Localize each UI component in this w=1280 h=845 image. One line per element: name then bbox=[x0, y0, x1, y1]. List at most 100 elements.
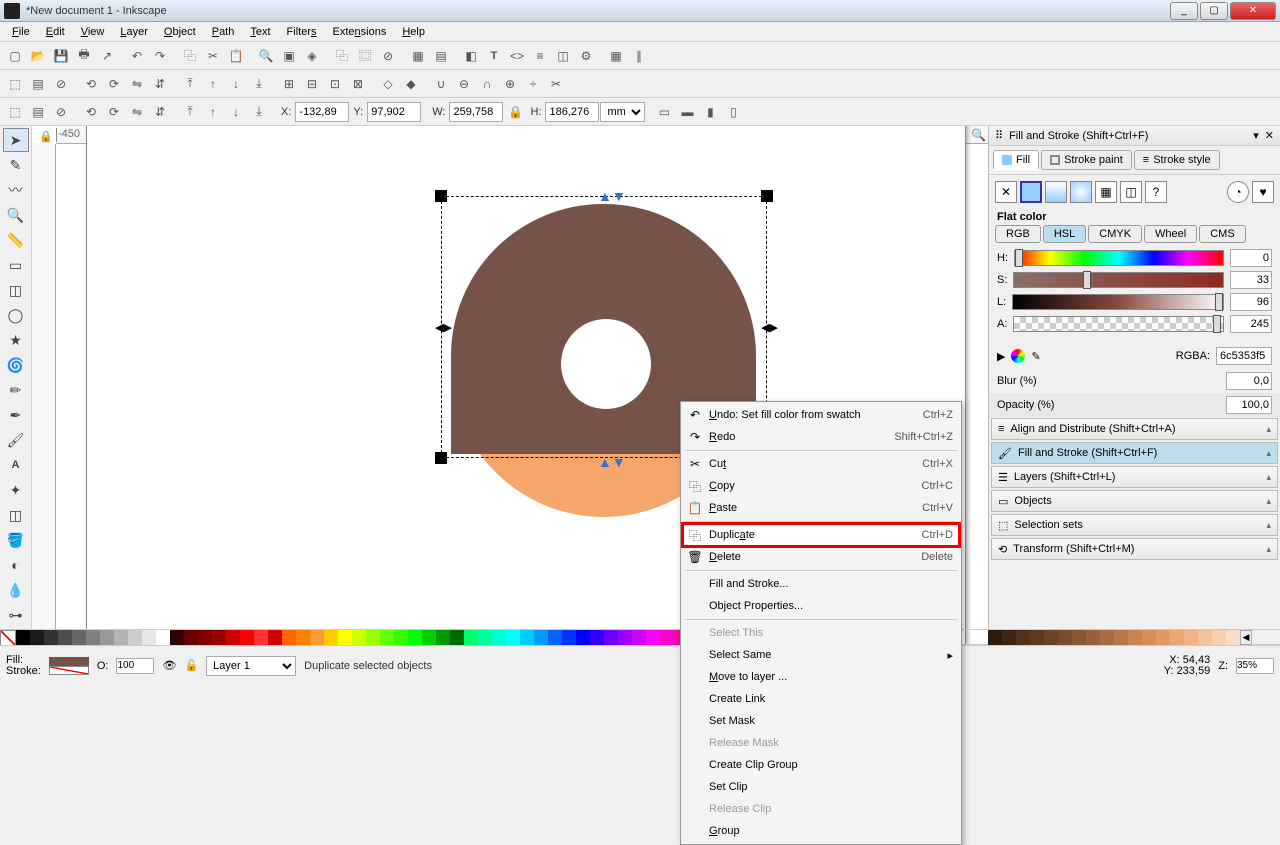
menu-path[interactable]: Path bbox=[204, 24, 243, 40]
dock-selsets[interactable]: ⬚Selection sets▴ bbox=[991, 514, 1278, 536]
export-icon[interactable]: ↗ bbox=[96, 45, 118, 67]
flip-v-icon[interactable]: ⇵ bbox=[149, 73, 171, 95]
swatch[interactable] bbox=[72, 630, 86, 645]
swatch[interactable] bbox=[1072, 630, 1086, 645]
dock-objects[interactable]: ▭Objects▴ bbox=[991, 490, 1278, 512]
swatch[interactable] bbox=[1030, 630, 1044, 645]
menu-extensions[interactable]: Extensions bbox=[325, 24, 395, 40]
fill-pattern-icon[interactable]: ▦ bbox=[1095, 181, 1117, 203]
color-hsl-tab[interactable]: HSL bbox=[1043, 225, 1086, 243]
palette-menu-icon[interactable]: ◀ bbox=[1240, 630, 1252, 645]
swatch[interactable] bbox=[100, 630, 114, 645]
select-all-icon[interactable]: ⬚ bbox=[4, 73, 26, 95]
unlink-icon[interactable]: ⊘ bbox=[377, 45, 399, 67]
panel-min-icon[interactable]: ▾ bbox=[1253, 129, 1259, 142]
swatch[interactable] bbox=[492, 630, 506, 645]
swatch[interactable] bbox=[548, 630, 562, 645]
swatch[interactable] bbox=[184, 630, 198, 645]
swatch[interactable] bbox=[44, 630, 58, 645]
text-icon[interactable]: T bbox=[483, 45, 505, 67]
circle-tool[interactable]: ◯ bbox=[3, 303, 29, 327]
affect1-icon[interactable]: ▭ bbox=[653, 101, 675, 123]
fill-flat-icon[interactable] bbox=[1020, 181, 1042, 203]
a-value[interactable] bbox=[1230, 315, 1272, 333]
lower-icon[interactable]: ↓ bbox=[225, 73, 247, 95]
menu-layer[interactable]: Layer bbox=[112, 24, 156, 40]
deselect-icon[interactable]: ⊘ bbox=[50, 73, 72, 95]
swatch[interactable] bbox=[142, 630, 156, 645]
opt-flip1-icon[interactable]: ⇋ bbox=[126, 101, 148, 123]
affect3-icon[interactable]: ▮ bbox=[699, 101, 721, 123]
opt1-icon[interactable]: ⬚ bbox=[4, 101, 26, 123]
menu-text[interactable]: Text bbox=[242, 24, 278, 40]
swatch[interactable] bbox=[226, 630, 240, 645]
undo-icon[interactable]: ↶ bbox=[126, 45, 148, 67]
text-tool[interactable]: A bbox=[3, 453, 29, 477]
swatch[interactable] bbox=[478, 630, 492, 645]
ctx-selsame[interactable]: Select Same bbox=[683, 644, 959, 666]
opacity-input[interactable] bbox=[1226, 396, 1272, 414]
swatch[interactable] bbox=[1128, 630, 1142, 645]
swatch[interactable] bbox=[464, 630, 478, 645]
grid-icon[interactable]: ▦ bbox=[605, 45, 627, 67]
tweak-tool[interactable]: 〰 bbox=[3, 178, 29, 202]
h-input[interactable] bbox=[545, 102, 599, 122]
menu-help[interactable]: Help bbox=[394, 24, 433, 40]
fill-linear-icon[interactable] bbox=[1045, 181, 1067, 203]
swatch[interactable] bbox=[1212, 630, 1226, 645]
ctx-cut[interactable]: ✂CutCtrl+X bbox=[683, 453, 959, 475]
s-value[interactable] bbox=[1230, 271, 1272, 289]
print-icon[interactable]: 🖶 bbox=[73, 45, 95, 67]
open-icon[interactable]: 📂 bbox=[27, 45, 49, 67]
gradient-tool[interactable]: ◐ bbox=[3, 553, 29, 577]
affect4-icon[interactable]: ▯ bbox=[722, 101, 744, 123]
fill-swatch[interactable] bbox=[49, 657, 89, 666]
flip-h-icon[interactable]: ⇋ bbox=[126, 73, 148, 95]
new-icon[interactable]: ▢ bbox=[4, 45, 26, 67]
palette-none[interactable] bbox=[0, 630, 16, 646]
eraser-tool[interactable]: ◫ bbox=[3, 503, 29, 527]
pencil-tool[interactable]: ✏ bbox=[3, 378, 29, 402]
ctx-setmask[interactable]: Set Mask bbox=[683, 710, 959, 732]
panel-grip-icon[interactable]: ⠿ bbox=[995, 129, 1003, 142]
swatch[interactable] bbox=[1142, 630, 1156, 645]
fill-rule-nonzero-icon[interactable]: ♥ bbox=[1252, 181, 1274, 203]
close-button[interactable]: ✕ bbox=[1230, 2, 1276, 20]
snap4-icon[interactable]: ⊠ bbox=[347, 73, 369, 95]
zoom-drawing-icon[interactable]: ◈ bbox=[301, 45, 323, 67]
stroke-to-path-icon[interactable]: ◆ bbox=[400, 73, 422, 95]
swatch[interactable] bbox=[1156, 630, 1170, 645]
swatch[interactable] bbox=[282, 630, 296, 645]
swatch[interactable] bbox=[632, 630, 646, 645]
opacity-status-input[interactable] bbox=[116, 658, 154, 674]
opt3-icon[interactable]: ⊘ bbox=[50, 101, 72, 123]
swatch[interactable] bbox=[1198, 630, 1212, 645]
ctx-createlink[interactable]: Create Link bbox=[683, 688, 959, 710]
swatch[interactable] bbox=[366, 630, 380, 645]
bucket-tool[interactable]: 🪣 bbox=[3, 528, 29, 552]
zoom-tool[interactable]: 🔍 bbox=[3, 203, 29, 227]
affect2-icon[interactable]: ▬ bbox=[676, 101, 698, 123]
prefs-icon[interactable]: ◫ bbox=[552, 45, 574, 67]
zoom-corner-icon[interactable]: 🔍 bbox=[971, 128, 986, 142]
lower-bottom-icon[interactable]: ⤓ bbox=[248, 73, 270, 95]
rect-tool[interactable]: ▭ bbox=[3, 253, 29, 277]
swatch[interactable] bbox=[534, 630, 548, 645]
division-icon[interactable]: ÷ bbox=[522, 73, 544, 95]
zoom-fit-icon[interactable]: 🔍 bbox=[255, 45, 277, 67]
swatch[interactable] bbox=[1058, 630, 1072, 645]
menu-filters[interactable]: Filters bbox=[279, 24, 325, 40]
intersect-icon[interactable]: ∩ bbox=[476, 73, 498, 95]
calligraphy-tool[interactable]: 🖌 bbox=[3, 428, 29, 452]
ctx-redo[interactable]: ↷RedoShift+Ctrl+Z bbox=[683, 426, 959, 448]
swatch[interactable] bbox=[86, 630, 100, 645]
swatch[interactable] bbox=[506, 630, 520, 645]
swatch[interactable] bbox=[212, 630, 226, 645]
swatch[interactable] bbox=[338, 630, 352, 645]
swatch[interactable] bbox=[618, 630, 632, 645]
opt-rot1-icon[interactable]: ⟲ bbox=[80, 101, 102, 123]
dock-fillstroke[interactable]: 🖌Fill and Stroke (Shift+Ctrl+F)▴ bbox=[991, 442, 1278, 464]
zoom-input[interactable] bbox=[1236, 658, 1274, 674]
ctx-group[interactable]: Group bbox=[683, 820, 959, 842]
diff-icon[interactable]: ⊖ bbox=[453, 73, 475, 95]
